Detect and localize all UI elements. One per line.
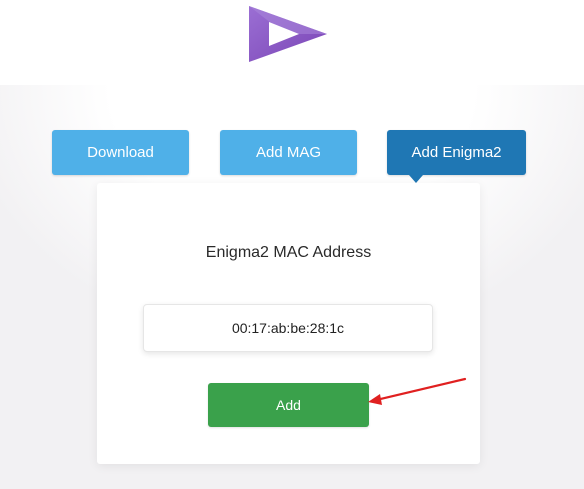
- tab-download[interactable]: Download: [52, 130, 189, 175]
- add-button[interactable]: Add: [208, 383, 369, 427]
- tab-add-mag[interactable]: Add MAG: [220, 130, 357, 175]
- form-title: Enigma2 MAC Address: [205, 244, 372, 261]
- mac-address-input[interactable]: [143, 304, 433, 352]
- red-arrow-icon: [368, 377, 467, 405]
- enigma2-form-card: Enigma2 MAC Address Add: [97, 183, 480, 464]
- play-logo-icon: [249, 6, 327, 62]
- tab-add-enigma2[interactable]: Add Enigma2: [387, 130, 526, 175]
- active-tab-caret: [409, 175, 423, 183]
